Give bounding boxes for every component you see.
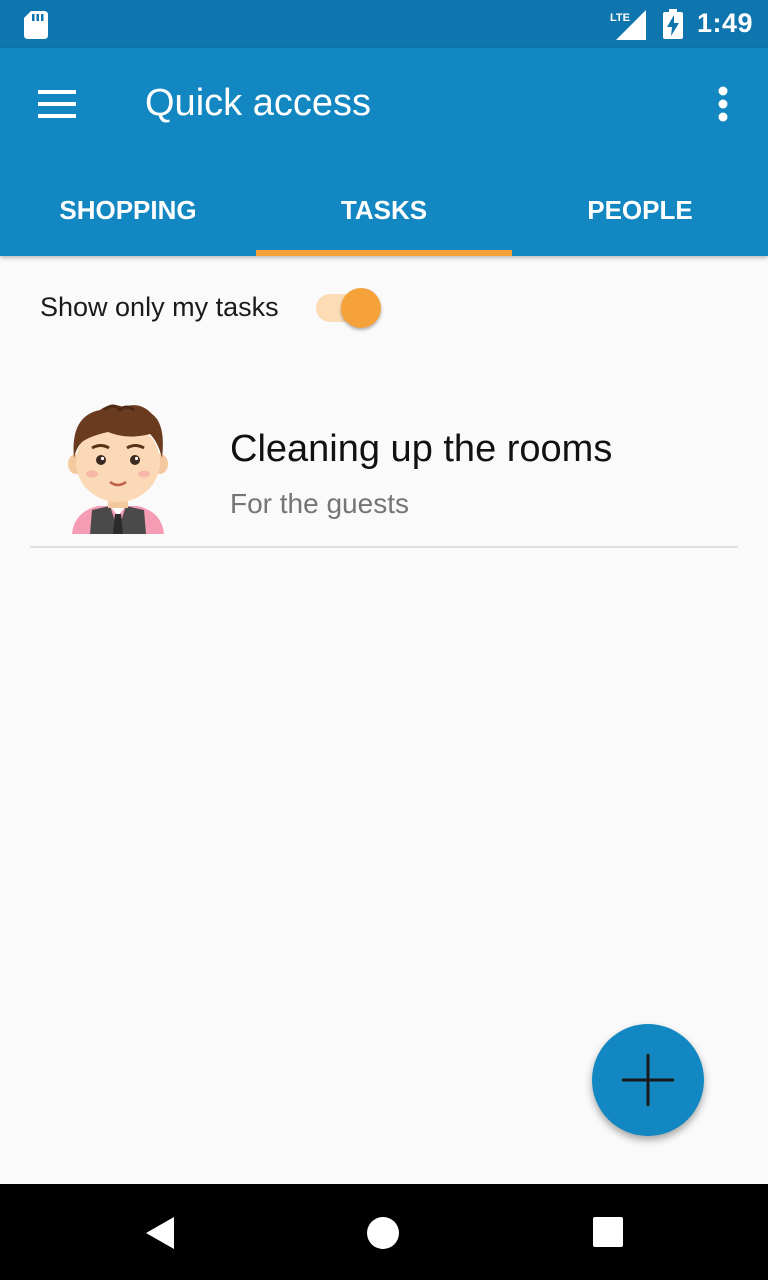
tab-people[interactable]: PEOPLE [512, 176, 768, 256]
hamburger-menu-icon[interactable] [38, 90, 76, 123]
home-icon[interactable] [366, 1216, 400, 1255]
back-icon[interactable] [144, 1216, 176, 1255]
system-nav-bar [0, 1184, 768, 1280]
svg-text:LTE: LTE [610, 12, 630, 24]
person-avatar [68, 402, 168, 534]
list-divider [30, 546, 738, 548]
page-title: Quick access [145, 82, 371, 124]
tab-tasks[interactable]: TASKS [256, 176, 512, 256]
show-my-tasks-toggle[interactable] [316, 288, 384, 328]
status-bar: LTE 1:49 [0, 0, 768, 48]
sd-card-icon [24, 11, 48, 44]
app-bar: Quick access SHOPPING TASKS PEOPLE [0, 48, 768, 256]
filter-label: Show only my tasks [40, 292, 279, 322]
recents-icon[interactable] [592, 1216, 624, 1253]
toggle-thumb [341, 288, 381, 328]
more-vert-icon[interactable] [716, 86, 730, 127]
battery-charging-icon [663, 9, 683, 44]
tab-shopping[interactable]: SHOPPING [0, 176, 256, 256]
status-clock: 1:49 [697, 8, 754, 38]
add-task-button[interactable] [592, 1024, 704, 1136]
lte-signal-icon: LTE [610, 10, 648, 45]
tab-bar: SHOPPING TASKS PEOPLE [0, 176, 768, 256]
task-subtitle: For the guests [230, 488, 409, 519]
add-icon [622, 1054, 674, 1106]
list-item[interactable]: Cleaning up the rooms For the guests [0, 380, 768, 548]
filter-row: Show only my tasks [0, 256, 768, 360]
task-title: Cleaning up the rooms [230, 428, 613, 470]
